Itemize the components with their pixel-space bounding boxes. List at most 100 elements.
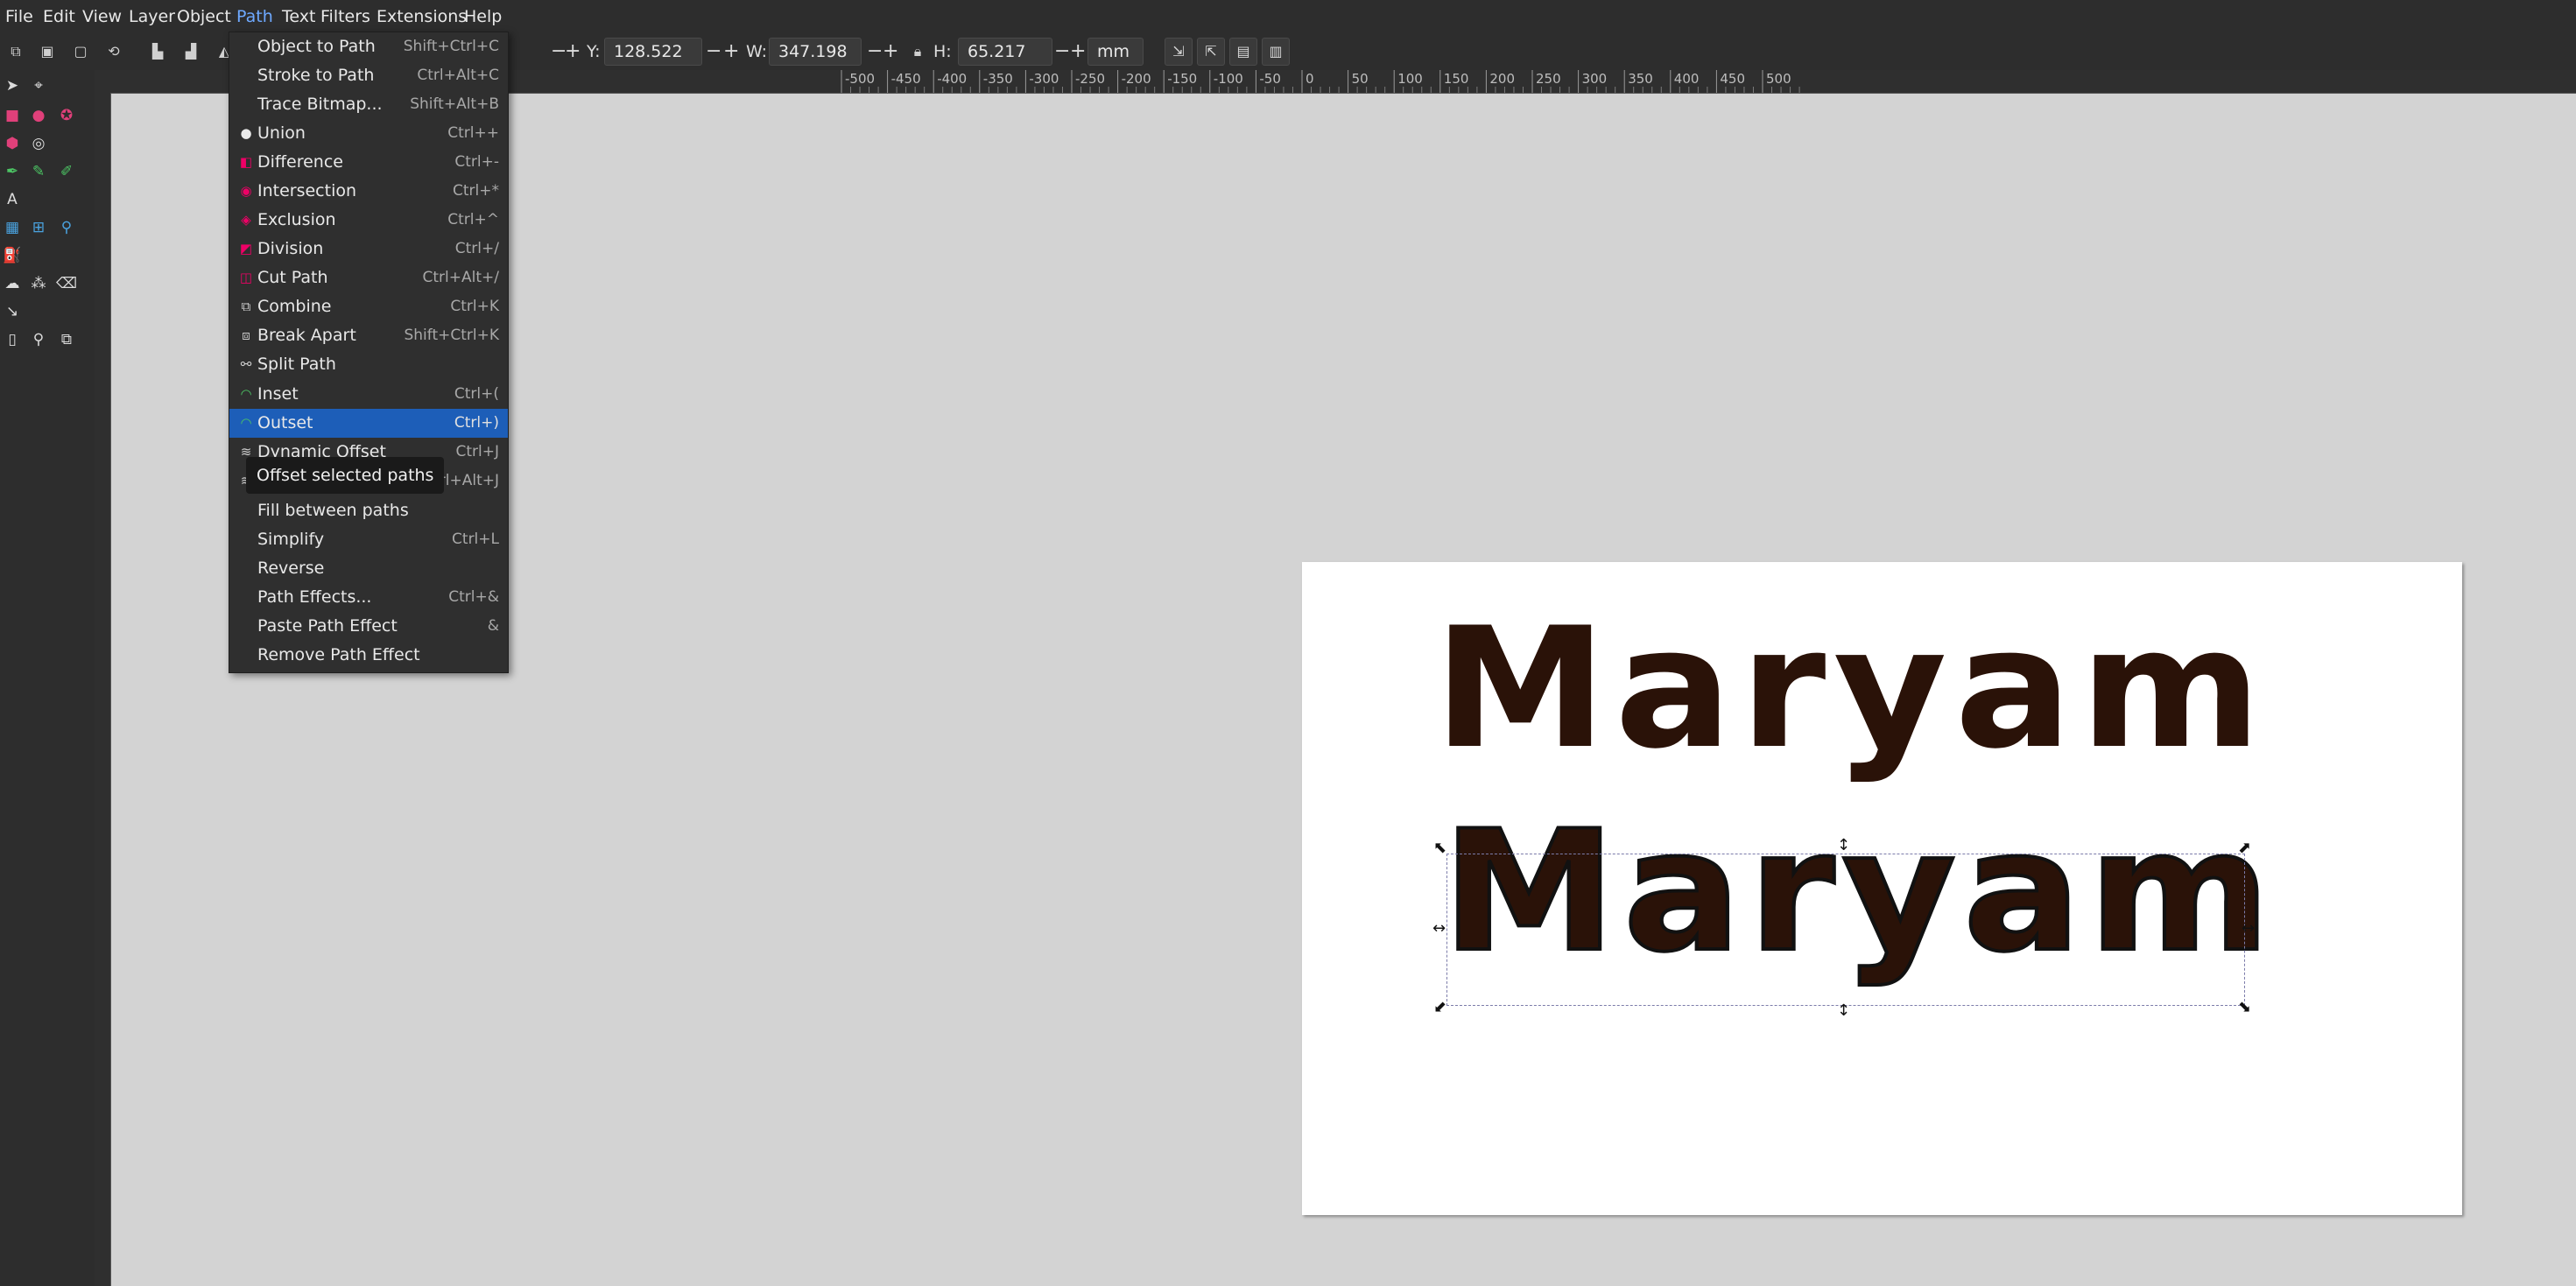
pencil-tool-icon[interactable]: ✎ [28, 161, 49, 182]
menu-item-label: Stroke to Path [257, 66, 375, 85]
calligraphy-tool-icon[interactable]: ✐ [56, 161, 77, 182]
scale-handle-bottom-right-icon[interactable]: ⬊ [2238, 1000, 2251, 1015]
x-increment-button[interactable]: + [565, 33, 581, 70]
menu-item-division[interactable]: ◩ Division Ctrl+/ [229, 235, 508, 264]
menu-item-stroke-to-path[interactable]: Stroke to Path Ctrl+Alt+C [229, 61, 508, 90]
menu-layer[interactable]: Layer [129, 0, 175, 33]
spray-tool-icon[interactable]: ⁂ [28, 273, 49, 294]
ruler-label: -400 [937, 71, 967, 87]
menu-file[interactable]: File [5, 0, 33, 33]
menu-item-outset[interactable]: ◠ Outset Ctrl+) [229, 409, 508, 438]
menu-item-path-effects[interactable]: Path Effects... Ctrl+& [229, 583, 508, 612]
paint-bucket-tool-icon[interactable]: ⛽ [2, 245, 23, 266]
raise-icon[interactable]: ▙ [147, 41, 168, 62]
move-gradients-button[interactable]: ▤ [1229, 38, 1257, 66]
text-tool-icon[interactable]: A [2, 189, 23, 210]
lower-icon[interactable]: ▟ [180, 41, 201, 62]
menu-item-difference[interactable]: ◧ Difference Ctrl+- [229, 148, 508, 177]
selector-tool-icon[interactable]: ➤ [2, 75, 23, 96]
menu-extensions[interactable]: Extensions [377, 0, 467, 33]
scale-handle-bottom-icon[interactable]: ↕ [1837, 1003, 1850, 1019]
ruler-label: 50 [1352, 71, 1369, 87]
w-decrement-button[interactable]: − [867, 33, 883, 70]
pen-tool-icon[interactable]: ✒ [2, 161, 23, 182]
node-tool-icon[interactable]: ⌖ [28, 75, 49, 96]
menu-item-inset[interactable]: ◠ Inset Ctrl+( [229, 380, 508, 409]
scale-handle-top-right-icon[interactable]: ⬈ [2238, 840, 2251, 856]
menu-text[interactable]: Text [282, 0, 315, 33]
vertical-ruler [95, 93, 111, 1286]
scale-handle-top-icon[interactable]: ↕ [1837, 838, 1850, 854]
move-patterns-button[interactable]: ▥ [1262, 38, 1290, 66]
3d-box-tool-icon[interactable]: ⬢ [2, 133, 23, 154]
ruler-label: -100 [1214, 71, 1243, 87]
menu-item-paste-path-effect[interactable]: Paste Path Effect & [229, 612, 508, 641]
menu-item-split-path[interactable]: ⚯ Split Path [229, 350, 508, 379]
menu-item-shortcut: & [487, 617, 499, 635]
menu-item-object-to-path[interactable]: Object to Path Shift+Ctrl+C [229, 32, 508, 61]
star-tool-icon[interactable]: ✪ [56, 105, 77, 126]
y-decrement-button[interactable]: − [706, 33, 721, 70]
menu-item-cut-path[interactable]: ◫ Cut Path Ctrl+Alt+/ [229, 264, 508, 292]
y-increment-button[interactable]: + [723, 33, 739, 70]
menu-view[interactable]: View [82, 0, 122, 33]
y-field[interactable]: 128.522 [604, 38, 702, 66]
menu-item-reverse[interactable]: Reverse [229, 554, 508, 583]
menu-item-remove-path-effect[interactable]: Remove Path Effect [229, 641, 508, 670]
menu-item-intersection[interactable]: ◉ Intersection Ctrl+* [229, 177, 508, 206]
measure-tool-icon[interactable]: ⧉ [56, 329, 77, 350]
scale-handle-top-left-icon[interactable]: ⬉ [1433, 840, 1446, 856]
scale-handle-left-icon[interactable]: ↔ [1432, 921, 1446, 937]
menu-item-fill-between-paths[interactable]: Fill between paths [229, 496, 508, 525]
menu-item-union[interactable]: ● Union Ctrl++ [229, 119, 508, 148]
w-field[interactable]: 347.198 [769, 38, 862, 66]
menu-item-simplify[interactable]: Simplify Ctrl+L [229, 525, 508, 554]
scale-stroke-button[interactable]: ⇲ [1165, 38, 1193, 66]
ruler-label: -300 [1029, 71, 1059, 87]
unit-select[interactable]: mm ▾ [1087, 38, 1144, 88]
mesh-tool-icon[interactable]: ⊞ [28, 217, 49, 238]
rectangle-tool-icon[interactable]: ■ [2, 105, 23, 126]
tweak-tool-icon[interactable]: ☁ [2, 273, 23, 294]
menu-item-shortcut: Ctrl+* [453, 182, 499, 200]
split-path-icon: ⚯ [240, 356, 252, 372]
h-field[interactable]: 65.217 [958, 38, 1052, 66]
zoom-tool-icon[interactable]: ⚲ [28, 329, 49, 350]
lock-ratio-icon[interactable]: 🔒︎ [907, 41, 928, 62]
menu-item-label: Inset [257, 384, 299, 404]
scale-handle-right-icon[interactable]: ↔ [2242, 921, 2255, 937]
menu-item-exclusion[interactable]: ◈ Exclusion Ctrl+^ [229, 206, 508, 235]
menu-path[interactable]: Path [236, 0, 273, 33]
union-icon: ● [240, 125, 252, 141]
menu-help[interactable]: Help [464, 0, 502, 33]
spiral-tool-icon[interactable]: ◎ [28, 133, 49, 154]
text-object-maryam-top[interactable]: Maryam [1433, 606, 2269, 772]
scale-corners-button[interactable]: ⇱ [1197, 38, 1225, 66]
rotate-icon[interactable]: ⟲ [103, 41, 124, 62]
menu-object[interactable]: Object [177, 0, 231, 33]
break-apart-icon: ⧈ [242, 327, 250, 343]
eraser-tool-icon[interactable]: ⌫ [56, 273, 77, 294]
connector-tool-icon[interactable]: ↘ [2, 301, 23, 322]
menu-edit[interactable]: Edit [43, 0, 75, 33]
scale-handle-bottom-left-icon[interactable]: ⬋ [1433, 1000, 1446, 1015]
select-all-layers-icon[interactable]: ▣ [37, 41, 58, 62]
combine-icon: ⧉ [241, 299, 251, 314]
menu-item-break-apart[interactable]: ⧈ Break Apart Shift+Ctrl+K [229, 321, 508, 350]
h-decrement-button[interactable]: − [1054, 33, 1070, 70]
h-increment-button[interactable]: + [1070, 33, 1086, 70]
pages-tool-icon[interactable]: ▯ [2, 329, 23, 350]
division-icon: ◩ [239, 241, 253, 256]
deselect-icon[interactable]: ▢ [70, 41, 91, 62]
dropper-tool-icon[interactable]: ⚲ [56, 217, 77, 238]
gradient-tool-icon[interactable]: ▦ [2, 217, 23, 238]
inset-icon: ◠ [240, 386, 252, 402]
selection-bounding-box [1446, 854, 2245, 1006]
menu-item-trace-bitmap[interactable]: Trace Bitmap... Shift+Alt+B [229, 90, 508, 119]
select-all-icon[interactable]: ⧉ [5, 41, 26, 62]
ruler-label: 200 [1489, 71, 1515, 87]
ellipse-tool-icon[interactable]: ● [28, 105, 49, 126]
menu-item-combine[interactable]: ⧉ Combine Ctrl+K [229, 292, 508, 321]
menu-filters[interactable]: Filters [320, 0, 370, 33]
w-increment-button[interactable]: + [883, 33, 898, 70]
